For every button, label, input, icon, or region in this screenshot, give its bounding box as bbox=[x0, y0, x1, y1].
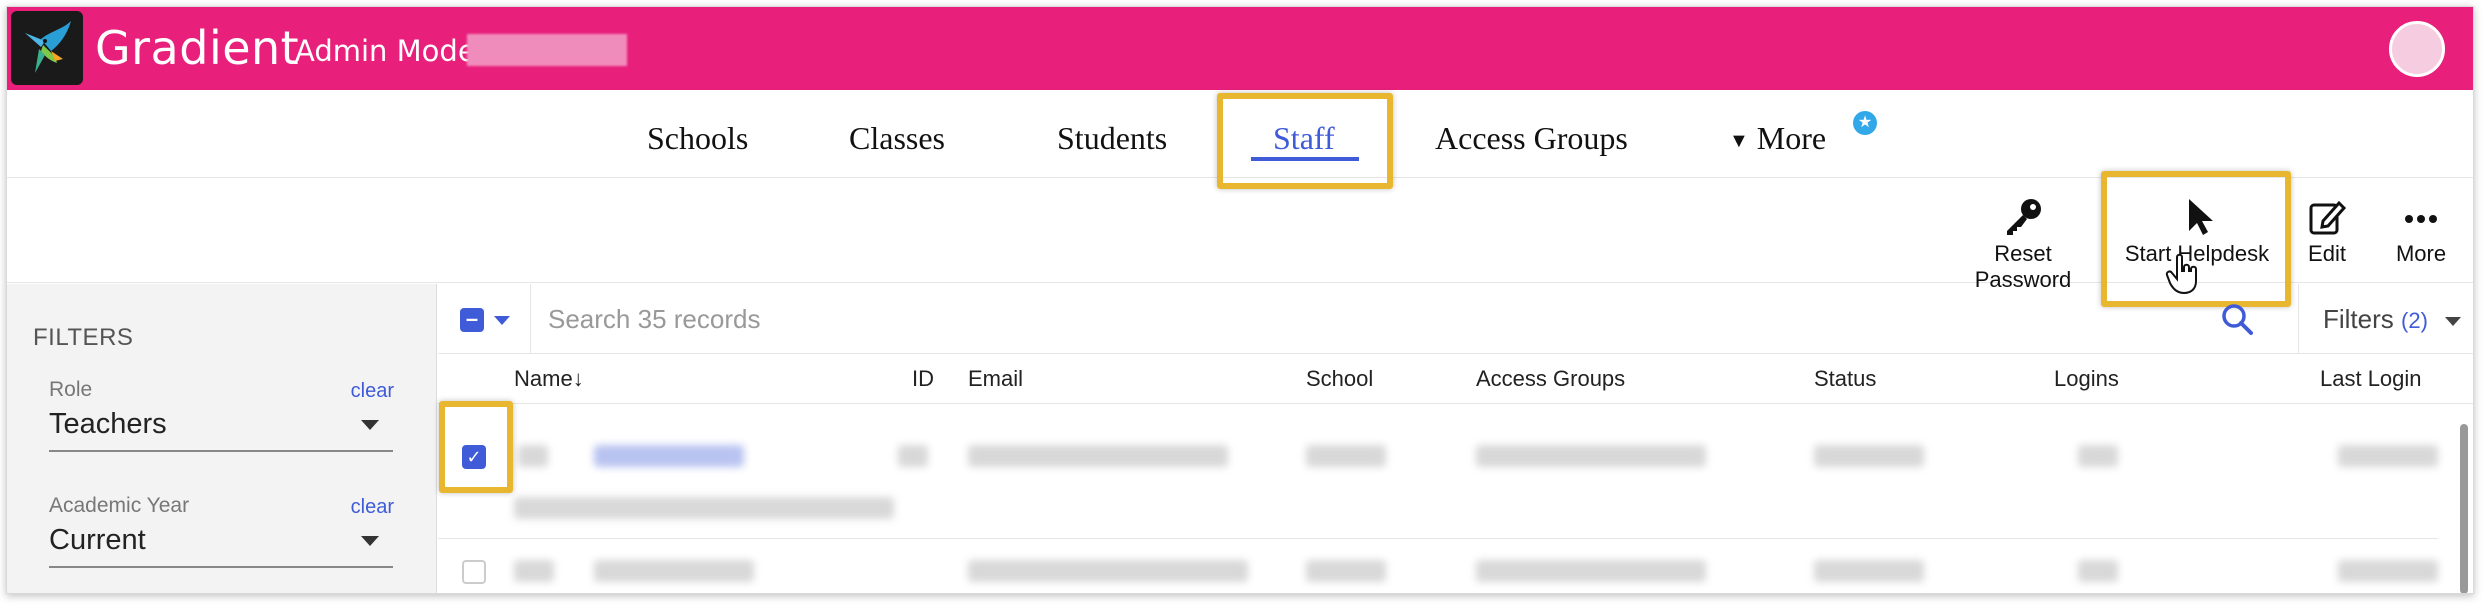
redacted-status bbox=[1814, 445, 1924, 467]
edit-icon bbox=[2309, 200, 2347, 235]
hummingbird-logo-icon[interactable] bbox=[11, 11, 83, 85]
reset-password-button[interactable]: Reset Password bbox=[1943, 197, 2103, 293]
academic-year-filter-clear[interactable]: clear bbox=[351, 496, 394, 519]
search-bar: – Filters (2) bbox=[438, 284, 2473, 354]
staff-table-panel: – Filters (2) Name↓ ID Email School Acce… bbox=[438, 284, 2473, 593]
redacted-name-link[interactable] bbox=[594, 445, 744, 467]
redacted-name bbox=[594, 560, 754, 582]
column-header-status[interactable]: Status bbox=[1814, 366, 1876, 392]
column-header-access-groups[interactable]: Access Groups bbox=[1476, 366, 1625, 392]
redacted-status bbox=[1814, 560, 1924, 582]
redacted-logins bbox=[2078, 560, 2118, 582]
role-filter-select[interactable]: Teachers bbox=[49, 408, 393, 452]
column-header-last-login[interactable]: Last Login bbox=[2320, 366, 2422, 392]
divider bbox=[530, 284, 531, 354]
tab-students[interactable]: Students bbox=[1057, 120, 1167, 157]
filters-count-badge: (2) bbox=[2401, 308, 2428, 333]
redacted-account-name bbox=[467, 34, 627, 66]
redacted-id bbox=[898, 445, 928, 467]
academic-year-filter-select[interactable]: Current bbox=[49, 524, 393, 568]
admin-mode-label: Admin Mode bbox=[295, 34, 476, 68]
key-icon bbox=[2007, 199, 2041, 235]
dropdown-arrow-icon bbox=[361, 420, 379, 430]
tab-schools[interactable]: Schools bbox=[647, 120, 748, 157]
redacted-last-login bbox=[2338, 445, 2438, 467]
tab-access-groups[interactable]: Access Groups bbox=[1435, 120, 1628, 157]
academic-year-filter-label: Academic Year bbox=[49, 494, 190, 517]
redacted-school bbox=[1306, 560, 1386, 582]
more-dots-icon bbox=[2405, 215, 2437, 223]
sort-down-icon: ↓ bbox=[572, 366, 584, 391]
table-row[interactable] bbox=[438, 540, 2438, 593]
role-filter-value: Teachers bbox=[49, 408, 167, 440]
column-header-logins[interactable]: Logins bbox=[2054, 366, 2119, 392]
app-title: Gradient bbox=[95, 21, 300, 75]
staff-tab-highlight bbox=[1217, 93, 1393, 189]
row-checkbox-highlight bbox=[439, 401, 513, 493]
dropdown-arrow-icon bbox=[361, 536, 379, 546]
search-input[interactable] bbox=[548, 296, 1828, 342]
column-header-name[interactable]: Name↓ bbox=[514, 366, 584, 392]
column-header-email[interactable]: Email bbox=[968, 366, 1023, 392]
chevron-down-icon bbox=[2445, 316, 2462, 326]
redacted-email bbox=[968, 560, 1248, 582]
column-header-school[interactable]: School bbox=[1306, 366, 1373, 392]
top-bar: Gradient Admin Mode bbox=[7, 7, 2473, 90]
table-header: Name↓ ID Email School Access Groups Stat… bbox=[438, 354, 2473, 404]
column-header-id[interactable]: ID bbox=[912, 366, 934, 392]
bulk-select-caret-icon[interactable] bbox=[494, 316, 510, 325]
column-header-name-label: Name bbox=[514, 366, 573, 391]
avatar[interactable] bbox=[2389, 21, 2445, 77]
table-scrollbar[interactable] bbox=[2460, 424, 2468, 593]
role-filter-clear[interactable]: clear bbox=[351, 380, 394, 403]
redacted-detail-line bbox=[514, 497, 894, 519]
redacted-email bbox=[968, 445, 1228, 467]
bulk-select-checkbox[interactable]: – bbox=[460, 308, 484, 332]
table-row[interactable]: ✓ bbox=[438, 405, 2438, 539]
filters-title: FILTERS bbox=[33, 324, 134, 351]
redacted-logins bbox=[2078, 445, 2118, 467]
academic-year-filter-value: Current bbox=[49, 524, 146, 556]
role-filter-label: Role bbox=[49, 378, 93, 401]
redacted-avatar bbox=[514, 560, 554, 582]
tab-more[interactable]: ▼ More bbox=[1729, 120, 1826, 157]
tab-more-label: More bbox=[1756, 120, 1827, 156]
app-window: Gradient Admin Mode Schools Classes Stud… bbox=[6, 6, 2474, 594]
redacted-school bbox=[1306, 445, 1386, 467]
star-badge-icon: ★ bbox=[1853, 111, 1877, 135]
filters-sidebar: FILTERS Role clear Teachers Academic Yea… bbox=[7, 284, 437, 593]
more-actions-label: More bbox=[2395, 241, 2447, 266]
search-icon[interactable] bbox=[2220, 302, 2254, 336]
caret-down-icon: ▼ bbox=[1729, 130, 1749, 153]
row-checkbox[interactable] bbox=[462, 560, 486, 584]
redacted-access-groups bbox=[1476, 560, 1706, 582]
filters-button[interactable]: Filters (2) bbox=[2298, 284, 2473, 354]
edit-button[interactable]: Edit bbox=[2297, 197, 2357, 267]
more-actions-button[interactable]: More bbox=[2389, 197, 2453, 267]
redacted-access-groups bbox=[1476, 445, 1706, 467]
filters-button-label: Filters bbox=[2323, 304, 2394, 334]
edit-label: Edit bbox=[2308, 241, 2346, 266]
redacted-last-login bbox=[2338, 560, 2438, 582]
tab-classes[interactable]: Classes bbox=[849, 120, 945, 157]
redacted-avatar bbox=[518, 445, 548, 467]
